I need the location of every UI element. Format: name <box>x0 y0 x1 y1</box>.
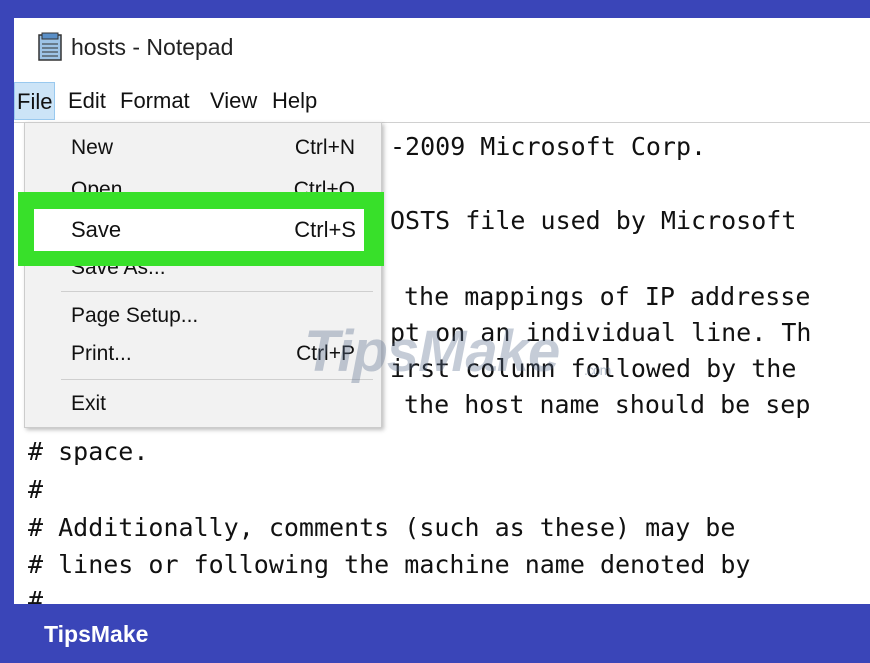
editor-line: # <box>28 475 44 504</box>
editor-line: the host name should be sep <box>404 390 811 419</box>
watermark-sub: .com <box>584 362 611 378</box>
editor-line: -2009 Microsoft Corp. <box>390 132 707 161</box>
watermark: TipsMake .com <box>304 318 611 385</box>
footer-brand: TipsMake <box>44 621 149 647</box>
editor-line: the mappings of IP addresse <box>404 282 811 311</box>
notepad-icon <box>38 32 62 61</box>
menu-help[interactable]: Help <box>270 82 319 120</box>
menu-item-label: Save <box>71 217 122 242</box>
menu-item-shortcut: Ctrl+S <box>294 217 356 242</box>
menu-separator <box>61 291 373 292</box>
menu-item-label: Print... <box>71 342 132 365</box>
menu-item-save[interactable]: Save Ctrl+S <box>34 209 364 251</box>
menu-edit[interactable]: Edit <box>66 82 108 120</box>
editor-line: # Additionally, comments (such as these)… <box>28 513 736 542</box>
menu-item-shortcut: Ctrl+N <box>294 136 355 159</box>
editor-line: # space. <box>28 437 149 466</box>
menu-file[interactable]: File <box>14 82 56 120</box>
menu-item-label: Page Setup... <box>71 304 199 327</box>
menu-item-exit[interactable]: Exit <box>25 385 381 423</box>
notepad-window: hosts - Notepad File Edit Format View He… <box>14 18 870 604</box>
editor-line: # lines or following the machine name de… <box>28 550 751 579</box>
editor-line: OSTS file used by Microsoft <box>390 206 797 235</box>
menu-item-new[interactable]: New Ctrl+N <box>25 129 381 167</box>
menu-format[interactable]: Format <box>118 82 192 120</box>
menu-view[interactable]: View <box>208 82 259 120</box>
menu-item-label: New <box>71 136 114 159</box>
menu-bar: File Edit Format View Help <box>14 82 870 120</box>
title-bar[interactable]: hosts - Notepad <box>14 18 870 78</box>
window-title: hosts - Notepad <box>71 34 234 60</box>
watermark-text: TipsMake <box>304 319 560 384</box>
menu-item-label: Exit <box>71 392 107 415</box>
editor-line: # <box>28 586 44 604</box>
footer-banner: TipsMake <box>0 604 870 663</box>
